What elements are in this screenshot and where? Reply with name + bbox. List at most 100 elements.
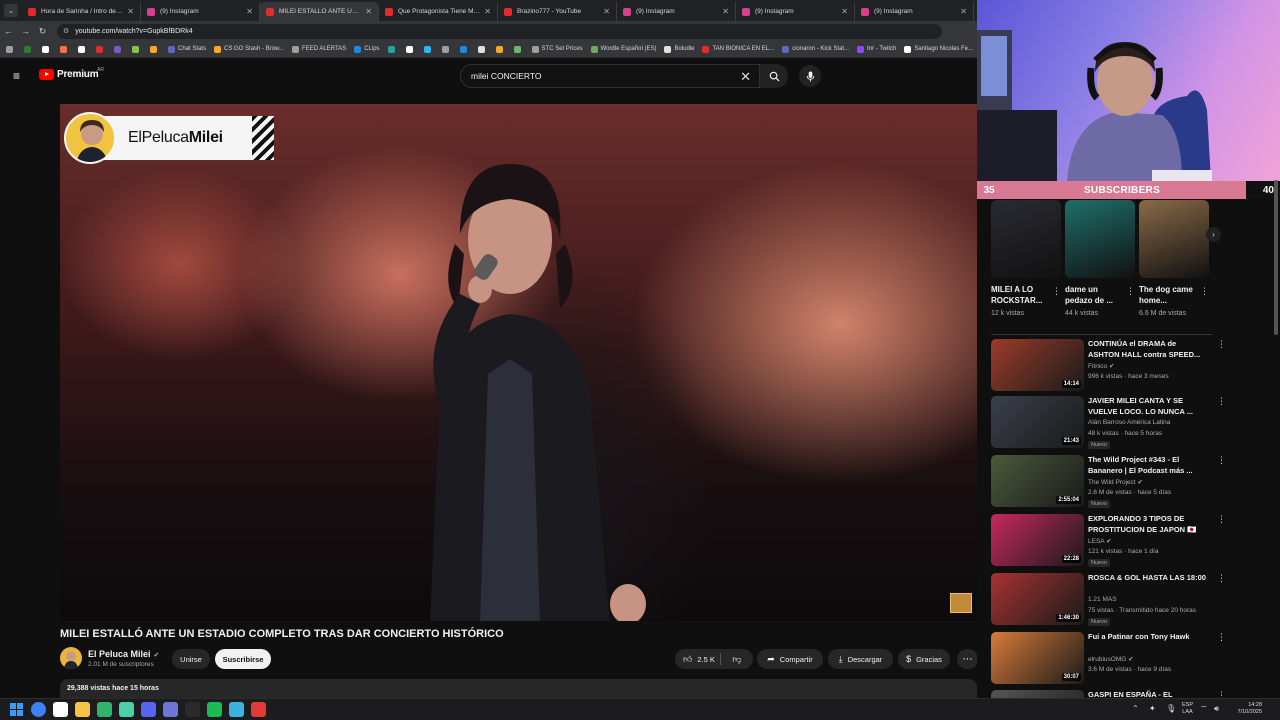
video-player[interactable]: ElPelucaMilei — [60, 104, 977, 621]
more-vert-icon[interactable]: ⋮ — [1126, 286, 1135, 297]
browser-tab[interactable]: Hora de Sarinha / Intro de Sar ✕ — [22, 2, 141, 21]
close-tab-icon[interactable]: ✕ — [127, 7, 134, 16]
bookmark[interactable] — [495, 45, 506, 53]
taskbar-app-icon[interactable] — [229, 702, 244, 717]
tab-search-icon[interactable]: ⌄ — [4, 4, 18, 17]
url-field[interactable]: ⚙ youtube.com/watch?v=GupkBfBDRk4 — [57, 23, 942, 39]
short-title[interactable]: dame un pedazo de ... — [1065, 284, 1123, 306]
bookmark[interactable] — [132, 45, 142, 53]
reload-icon[interactable]: ↻ — [34, 26, 51, 37]
close-tab-icon[interactable]: ✕ — [603, 7, 610, 16]
browser-tab[interactable]: (9) Instagram ✕ — [736, 2, 855, 21]
taskbar-app-icon[interactable] — [53, 702, 68, 717]
chevron-right-icon[interactable]: › — [1206, 227, 1221, 242]
thanks-button[interactable]: $ Gracias — [898, 649, 950, 669]
bookmark[interactable] — [96, 45, 106, 53]
dropbox-icon[interactable]: ✦ — [1149, 704, 1156, 713]
video-thumbnail[interactable]: 14:14 — [991, 339, 1084, 391]
browser-tab[interactable]: MILEI ESTALLÓ ANTE UN E ✕ — [260, 2, 379, 21]
apps-icon[interactable] — [6, 45, 16, 53]
youtube-logo[interactable]: Premium — [39, 69, 99, 80]
bookmark[interactable]: Wordle Español (ES) — [590, 45, 656, 53]
browser-tab[interactable]: (9) Instagram ✕ — [617, 2, 736, 21]
recommended-video[interactable]: 21:43 JAVIER MILEI CANTA Y SE VUELVE LOCO… — [991, 396, 1226, 450]
recommended-video[interactable]: 14:14 CONTINÚA el DRAMA de ASHTON HALL co… — [991, 339, 1226, 393]
windows-start-icon[interactable] — [9, 702, 24, 717]
channel-name[interactable]: El Peluca Milei ✔ — [88, 649, 159, 659]
forward-icon[interactable]: → — [17, 26, 34, 36]
bookmark[interactable]: STC Set Prices — [531, 45, 583, 53]
bookmark[interactable] — [477, 45, 488, 53]
browser-tab[interactable]: Brazino777 - YouTube ✕ — [498, 2, 617, 21]
browser-tab[interactable]: (9) Instagram ✕ — [855, 2, 974, 21]
subscribe-button[interactable]: Suscribirse — [215, 649, 271, 669]
sidebar-scrollbar[interactable] — [1274, 180, 1278, 335]
recommended-title[interactable]: GASPI EN ESPAÑA - EL — [1088, 690, 1206, 698]
more-vert-icon[interactable]: ⋮ — [1052, 286, 1061, 297]
taskbar-app-icon[interactable] — [185, 702, 200, 717]
short-title[interactable]: MILEI A LO ROCKSTAR... — [991, 284, 1049, 306]
more-vert-icon[interactable]: ⋮ — [1217, 573, 1226, 584]
more-vert-icon[interactable]: ⋮ — [1217, 632, 1226, 643]
bookmark[interactable] — [114, 45, 124, 53]
video-thumbnail[interactable]: 22:28 — [991, 514, 1084, 566]
bookmark[interactable] — [405, 45, 416, 53]
clock[interactable]: 14:28 7/10/2025 — [1228, 702, 1262, 716]
bookmark[interactable] — [423, 45, 434, 53]
short-thumbnail[interactable] — [991, 200, 1061, 278]
bookmark[interactable]: CLips — [354, 45, 380, 53]
bookmark[interactable]: Chat Stats — [168, 45, 206, 53]
more-vert-icon[interactable]: ⋮ — [1217, 396, 1226, 407]
short-card[interactable]: The dog came home... 6.6 M de vistas ⋮ — [1139, 200, 1209, 317]
close-tab-icon[interactable]: ✕ — [960, 7, 967, 16]
browser-tab[interactable]: Que Protagonista Tiene Mayo ✕ — [379, 2, 498, 21]
recommended-video[interactable]: GASPI EN ESPAÑA - EL ⋮ — [991, 690, 1226, 698]
microphone-tray-icon[interactable]: 🎙︎ — [1166, 704, 1176, 713]
taskbar-app-icon[interactable] — [141, 702, 156, 717]
volume-icon[interactable]: 🔊︎ — [1214, 704, 1219, 714]
video-thumbnail[interactable]: 2:55:04 — [991, 455, 1084, 507]
taskbar-app-icon[interactable] — [31, 702, 46, 717]
recommended-video[interactable]: 22:28 EXPLORANDO 3 TIPOS DE PROSTITUCION … — [991, 514, 1226, 568]
channel-avatar[interactable] — [60, 647, 82, 669]
bookmark[interactable]: TAN BIONICA EN EL... — [702, 45, 774, 53]
download-button[interactable]: ⤓ Descargar — [828, 649, 893, 669]
bookmark[interactable] — [387, 45, 398, 53]
recommended-channel[interactable]: elrubiusOMG ✔ — [1088, 655, 1134, 663]
more-vert-icon[interactable]: ⋮ — [1217, 339, 1226, 350]
recommended-channel[interactable]: LESA ✔ — [1088, 537, 1112, 545]
taskbar-app-icon[interactable] — [251, 702, 266, 717]
recommended-video[interactable]: 30:07 Fui a Patinar con Tony Hawk elrubius… — [991, 632, 1226, 686]
recommended-title[interactable]: The Wild Project #343 - El Bananero | El… — [1088, 455, 1206, 476]
close-tab-icon[interactable]: ✕ — [484, 7, 491, 16]
bookmark[interactable] — [441, 45, 452, 53]
recommended-video[interactable]: 2:55:04 The Wild Project #343 - El Banane… — [991, 455, 1226, 509]
dislike-button[interactable]: 👎︎ — [724, 649, 750, 669]
close-tab-icon[interactable]: ✕ — [365, 7, 372, 16]
back-icon[interactable]: ← — [0, 26, 17, 36]
video-thumbnail[interactable]: 30:07 — [991, 632, 1084, 684]
search-input[interactable]: milei CONCIERTO ✕ — [460, 64, 760, 88]
recommended-channel[interactable]: The Wild Project ✔ — [1088, 478, 1143, 486]
recommended-title[interactable]: EXPLORANDO 3 TIPOS DE PROSTITUCION DE JA… — [1088, 514, 1206, 535]
short-card[interactable]: dame un pedazo de ... 44 k vistas ⋮ — [1065, 200, 1135, 317]
bookmark[interactable]: tnr - Twitch — [857, 45, 896, 53]
video-thumbnail[interactable] — [991, 690, 1084, 698]
short-card[interactable]: MILEI A LO ROCKSTAR... 12 k vistas ⋮ — [991, 200, 1061, 317]
taskbar-app-icon[interactable] — [163, 702, 178, 717]
more-vert-icon[interactable]: ⋮ — [1217, 514, 1226, 525]
recommended-channel[interactable]: Fitnico ✔ — [1088, 362, 1114, 370]
bookmark[interactable] — [150, 45, 160, 53]
close-tab-icon[interactable]: ✕ — [722, 7, 729, 16]
bookmark[interactable] — [60, 45, 70, 53]
bookmark[interactable]: Boludle — [664, 45, 694, 53]
chevron-up-icon[interactable]: ⌃ — [1132, 704, 1139, 713]
site-info-icon[interactable]: ⚙ — [63, 27, 69, 35]
search-button[interactable] — [760, 64, 788, 88]
recommended-channel[interactable]: 1.21 MAS — [1088, 596, 1117, 603]
recommended-channel[interactable]: Alán Barroso América Latina — [1088, 419, 1170, 426]
recommended-title[interactable]: ROSCA & GOL HASTA LAS 18:00 — [1088, 573, 1206, 584]
bookmark[interactable] — [42, 45, 52, 53]
more-vert-icon[interactable]: ⋮ — [1217, 455, 1226, 466]
short-thumbnail[interactable] — [1139, 200, 1209, 278]
